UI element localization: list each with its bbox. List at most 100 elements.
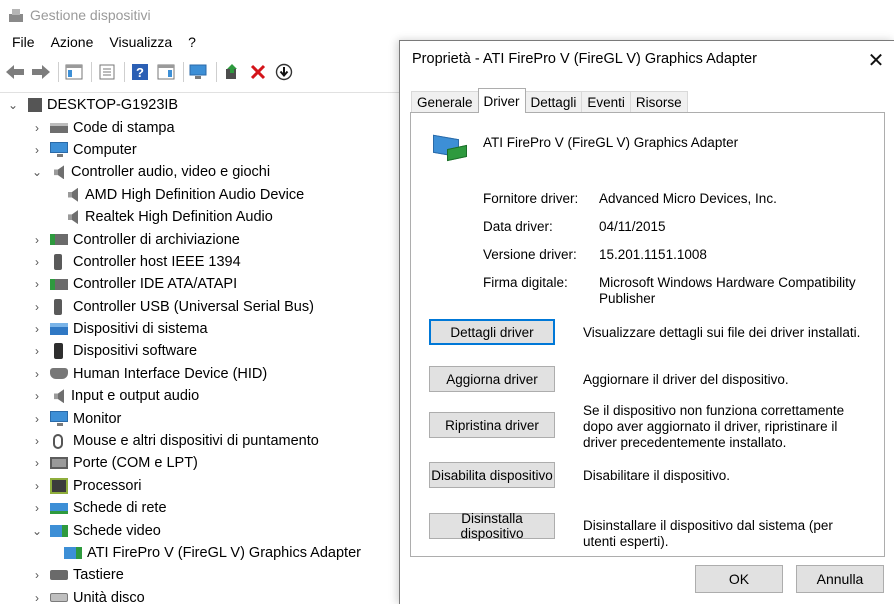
- tab-dettagli[interactable]: Dettagli: [524, 91, 583, 113]
- tree-item-software-devices[interactable]: › Dispositivi software: [0, 340, 400, 362]
- chevron-right-icon[interactable]: ›: [30, 322, 44, 336]
- tab-eventi[interactable]: Eventi: [581, 91, 631, 113]
- chevron-right-icon[interactable]: ›: [30, 389, 44, 403]
- tree-item-disk-drives[interactable]: › Unità disco: [0, 587, 400, 604]
- help-icon[interactable]: ?: [129, 61, 151, 83]
- tree-item-audio-io[interactable]: › Input e output audio: [0, 385, 400, 407]
- tree-item-ati-firepro[interactable]: ATI FirePro V (FireGL V) Graphics Adapte…: [0, 542, 400, 564]
- tree-item-realtek-audio[interactable]: Realtek High Definition Audio: [0, 206, 400, 228]
- tree-item-system-devices[interactable]: › Dispositivi di sistema: [0, 318, 400, 340]
- tab-generale[interactable]: Generale: [411, 91, 479, 113]
- driver-details-button[interactable]: Dettagli driver: [429, 319, 555, 345]
- network-adapter-icon: [50, 502, 68, 514]
- scan-hardware-icon[interactable]: [188, 61, 210, 83]
- tree-item-ide-ata[interactable]: › Controller IDE ATA/ATAPI: [0, 273, 400, 295]
- speaker-icon: [54, 165, 64, 180]
- tree-item-network-adapters[interactable]: › Schede di rete: [0, 497, 400, 519]
- ieee1394-icon: [54, 253, 62, 270]
- update-driver-button[interactable]: Aggiorna driver: [429, 366, 555, 392]
- toolbar-separator: [216, 62, 217, 82]
- tree-item-processors[interactable]: › Processori: [0, 475, 400, 497]
- tab-driver[interactable]: Driver: [477, 88, 526, 113]
- computer-icon: [50, 142, 68, 158]
- tree-item-computer[interactable]: › Computer: [0, 139, 400, 161]
- menu-file[interactable]: File: [4, 32, 43, 52]
- tree-item-label: Unità disco: [73, 589, 145, 604]
- tree-item-label: Computer: [73, 141, 137, 158]
- menu-help[interactable]: ?: [180, 32, 204, 52]
- chevron-right-icon[interactable]: ›: [30, 233, 44, 247]
- computer-root-icon: [28, 98, 42, 113]
- chevron-down-icon[interactable]: ⌄: [30, 524, 44, 538]
- menu-azione[interactable]: Azione: [43, 32, 102, 52]
- chevron-right-icon[interactable]: ›: [30, 367, 44, 381]
- toolbar-separator: [183, 62, 184, 82]
- tree-item-audio-video-controllers[interactable]: ⌄ Controller audio, video e giochi: [0, 161, 400, 183]
- tree-item-amd-audio[interactable]: AMD High Definition Audio Device: [0, 184, 400, 206]
- chevron-right-icon[interactable]: ›: [30, 121, 44, 135]
- chevron-right-icon[interactable]: ›: [30, 300, 44, 314]
- device-tree: ⌄ DESKTOP-G1923IB › Code di stampa › Com…: [0, 94, 400, 604]
- chevron-right-icon[interactable]: ›: [30, 143, 44, 157]
- close-icon[interactable]: ✕: [862, 47, 890, 73]
- rollback-driver-button[interactable]: Ripristina driver: [429, 412, 555, 438]
- tree-item-monitor[interactable]: › Monitor: [0, 407, 400, 429]
- properties-icon[interactable]: [96, 61, 118, 83]
- tree-item-ports[interactable]: › Porte (COM e LPT): [0, 452, 400, 474]
- forward-arrow-icon[interactable]: [30, 61, 52, 83]
- dialog-title: Proprietà - ATI FirePro V (FireGL V) Gra…: [412, 51, 757, 67]
- enable-device-icon[interactable]: [273, 61, 295, 83]
- tab-risorse[interactable]: Risorse: [629, 91, 688, 113]
- action-pane-icon[interactable]: [155, 61, 177, 83]
- tree-item-display-adapters[interactable]: ⌄ Schede video: [0, 519, 400, 541]
- device-manager-icon: [8, 7, 24, 23]
- chevron-right-icon[interactable]: ›: [30, 591, 44, 604]
- update-driver-icon[interactable]: [221, 61, 243, 83]
- disable-device-button[interactable]: Disabilita dispositivo: [429, 462, 555, 488]
- chevron-right-icon[interactable]: ›: [30, 501, 44, 515]
- toolbar-separator: [91, 62, 92, 82]
- system-devices-icon: [50, 323, 68, 336]
- tree-item-label: Controller audio, video e giochi: [71, 164, 271, 181]
- tree-item-usb-controllers[interactable]: › Controller USB (Universal Serial Bus): [0, 296, 400, 318]
- driver-tab-panel: ATI FirePro V (FireGL V) Graphics Adapte…: [410, 112, 885, 557]
- speaker-icon: [54, 389, 64, 404]
- tree-item-label: Controller IDE ATA/ATAPI: [73, 276, 238, 293]
- version-value: 15.201.1151.1008: [599, 247, 707, 262]
- ok-button[interactable]: OK: [695, 565, 783, 593]
- display-adapter-icon: [50, 524, 68, 537]
- processor-icon: [50, 477, 68, 494]
- port-icon: [50, 457, 68, 470]
- uninstall-device-button[interactable]: Disinstalla dispositivo: [429, 511, 555, 541]
- tree-item-mouse[interactable]: › Mouse e altri dispositivi di puntament…: [0, 430, 400, 452]
- chevron-right-icon[interactable]: ›: [30, 479, 44, 493]
- chevron-down-icon[interactable]: ⌄: [6, 98, 20, 112]
- tab-strip: Generale Driver Dettagli Eventi Risorse: [411, 88, 688, 113]
- menu-visualizza[interactable]: Visualizza: [101, 32, 180, 52]
- tree-item-ieee1394[interactable]: › Controller host IEEE 1394: [0, 251, 400, 273]
- chevron-right-icon[interactable]: ›: [30, 456, 44, 470]
- chevron-right-icon[interactable]: ›: [30, 344, 44, 358]
- chevron-right-icon[interactable]: ›: [30, 434, 44, 448]
- chevron-right-icon[interactable]: ›: [30, 277, 44, 291]
- rollback-driver-description: Se il dispositivo non funziona correttam…: [583, 403, 845, 450]
- chevron-right-icon[interactable]: ›: [30, 255, 44, 269]
- cancel-button[interactable]: Annulla: [796, 565, 884, 593]
- signer-label: Firma digitale:: [483, 275, 568, 290]
- display-adapter-icon: [433, 133, 467, 163]
- uninstall-device-icon[interactable]: [247, 61, 269, 83]
- tree-item-label: Schede video: [73, 522, 161, 539]
- tree-item-hid[interactable]: › Human Interface Device (HID): [0, 363, 400, 385]
- software-device-icon: [54, 343, 63, 360]
- back-arrow-icon[interactable]: [4, 61, 26, 83]
- date-value: 04/11/2015: [599, 219, 666, 234]
- tree-item-label: Controller USB (Universal Serial Bus): [73, 298, 314, 315]
- tree-item-storage-controllers[interactable]: › Controller di archiviazione: [0, 228, 400, 250]
- chevron-right-icon[interactable]: ›: [30, 412, 44, 426]
- tree-root[interactable]: ⌄ DESKTOP-G1923IB: [0, 94, 400, 116]
- tree-item-print-queues[interactable]: › Code di stampa: [0, 116, 400, 138]
- show-hide-console-tree-icon[interactable]: [63, 61, 85, 83]
- tree-item-keyboards[interactable]: › Tastiere: [0, 564, 400, 586]
- chevron-right-icon[interactable]: ›: [30, 568, 44, 582]
- chevron-down-icon[interactable]: ⌄: [30, 165, 44, 179]
